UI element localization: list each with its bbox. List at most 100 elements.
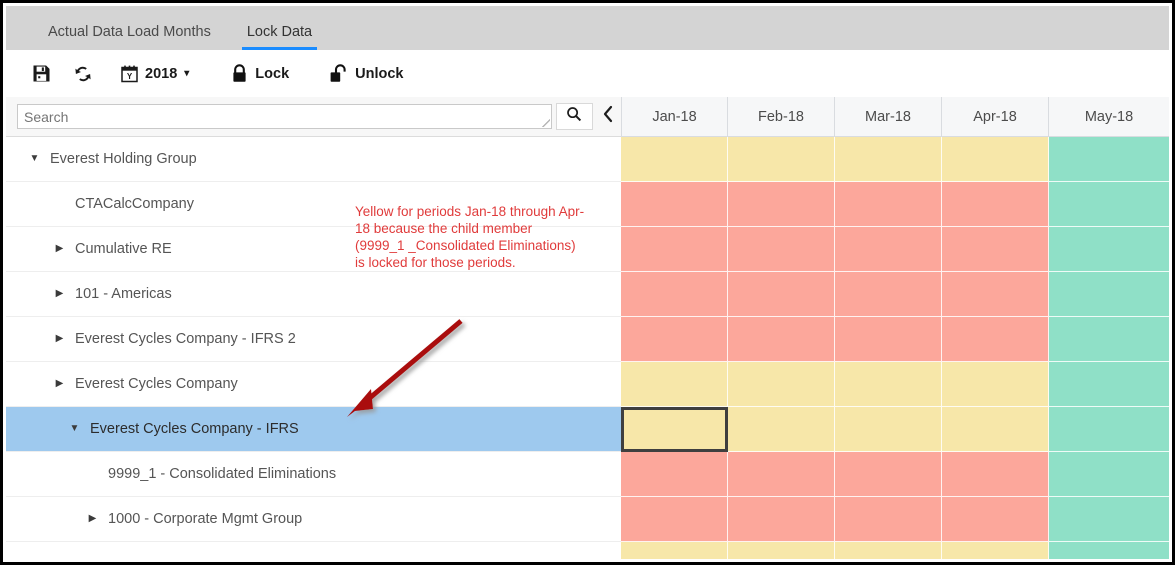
grid-cell[interactable] xyxy=(942,182,1049,227)
grid-cell[interactable] xyxy=(835,407,942,452)
grid-cell[interactable] xyxy=(621,362,728,407)
grid-cell[interactable] xyxy=(728,182,835,227)
grid-cell[interactable] xyxy=(1049,317,1169,362)
refresh-button[interactable] xyxy=(73,64,93,84)
tree-row[interactable]: ▶ Everest Cycles Company - IFRS 2 xyxy=(6,317,621,362)
chevron-down-icon: ▾ xyxy=(184,67,190,79)
refresh-icon xyxy=(73,64,93,84)
grid-cell[interactable] xyxy=(942,407,1049,452)
caret-right-icon[interactable]: ▶ xyxy=(53,333,66,346)
tree-row[interactable]: ▶ 101 - Americas xyxy=(6,272,621,317)
search-button[interactable] xyxy=(555,103,594,130)
grid-column-header[interactable]: Apr-18 xyxy=(942,97,1049,136)
grid-cell[interactable] xyxy=(1049,407,1169,452)
tree-row[interactable]: ▼ Everest Holding Group xyxy=(6,137,621,182)
tree-row[interactable]: ▼ Everest Cycles Company - IFRS xyxy=(6,407,621,452)
grid-cell[interactable] xyxy=(621,137,728,182)
grid-cell[interactable] xyxy=(728,497,835,542)
grid-header-row: Jan-18 Feb-18 Mar-18 Apr-18 May-18 xyxy=(621,97,1169,137)
grid-cell[interactable] xyxy=(621,542,728,559)
grid-cell[interactable] xyxy=(942,317,1049,362)
grid-cell[interactable] xyxy=(728,317,835,362)
grid-row xyxy=(621,227,1169,272)
svg-text:Y: Y xyxy=(127,72,133,81)
caret-right-icon[interactable]: ▶ xyxy=(53,243,66,256)
grid-cell[interactable] xyxy=(1049,182,1169,227)
grid-cell[interactable] xyxy=(835,497,942,542)
grid-cell[interactable] xyxy=(835,542,942,559)
period-grid: Jan-18 Feb-18 Mar-18 Apr-18 May-18 xyxy=(621,97,1169,559)
grid-cell[interactable] xyxy=(1049,497,1169,542)
grid-cell[interactable] xyxy=(835,452,942,497)
grid-cell[interactable] xyxy=(835,362,942,407)
grid-cell[interactable] xyxy=(835,272,942,317)
grid-column-header[interactable]: Mar-18 xyxy=(835,97,942,136)
tree-row[interactable]: ▶ 1000 - Corporate Mgmt Group xyxy=(6,497,621,542)
lock-button[interactable]: Lock xyxy=(231,64,289,83)
tree-row-label: 1000 - Corporate Mgmt Group xyxy=(108,511,303,527)
grid-cell-selected[interactable] xyxy=(621,407,728,452)
grid-cell[interactable] xyxy=(835,317,942,362)
grid-cell[interactable] xyxy=(942,272,1049,317)
year-selector[interactable]: Y 2018 ▾ xyxy=(121,65,189,83)
tab-bar: Actual Data Load Months Lock Data xyxy=(6,6,1169,50)
caret-right-icon[interactable]: ▶ xyxy=(86,513,99,526)
tree-row[interactable]: CTACalcCompany xyxy=(6,182,621,227)
tree-row[interactable]: 9999_1 - Consolidated Eliminations xyxy=(6,452,621,497)
grid-cell[interactable] xyxy=(942,137,1049,182)
tab-label: Lock Data xyxy=(246,23,313,40)
unlock-button[interactable]: Unlock xyxy=(329,64,403,83)
chevron-left-icon xyxy=(602,105,614,128)
grid-cell[interactable] xyxy=(728,272,835,317)
grid-cell[interactable] xyxy=(621,317,728,362)
grid-cell[interactable] xyxy=(942,362,1049,407)
grid-cell[interactable] xyxy=(1049,137,1169,182)
tree-row[interactable]: ▶ Everest Cycles Company xyxy=(6,362,621,407)
grid-cell[interactable] xyxy=(942,542,1049,559)
save-button[interactable] xyxy=(32,64,51,83)
grid-cell[interactable] xyxy=(728,542,835,559)
grid-cell[interactable] xyxy=(728,452,835,497)
grid-column-header[interactable]: Jan-18 xyxy=(621,97,728,136)
grid-cell[interactable] xyxy=(1049,272,1169,317)
grid-cell[interactable] xyxy=(1049,452,1169,497)
grid-cell[interactable] xyxy=(942,227,1049,272)
caret-down-icon[interactable]: ▼ xyxy=(68,423,81,436)
grid-cell[interactable] xyxy=(621,452,728,497)
search-bar xyxy=(6,97,621,137)
grid-cell[interactable] xyxy=(728,362,835,407)
grid-cell[interactable] xyxy=(942,452,1049,497)
resize-grip-icon[interactable] xyxy=(541,119,550,127)
grid-cell[interactable] xyxy=(621,497,728,542)
application-window: Actual Data Load Months Lock Data Y 2018… xyxy=(0,0,1175,565)
grid-cell[interactable] xyxy=(835,227,942,272)
grid-row xyxy=(621,137,1169,182)
grid-cell[interactable] xyxy=(1049,227,1169,272)
grid-cell[interactable] xyxy=(835,182,942,227)
grid-column-header[interactable]: May-18 xyxy=(1049,97,1169,136)
caret-right-icon[interactable]: ▶ xyxy=(53,288,66,301)
grid-row xyxy=(621,497,1169,542)
grid-cell[interactable] xyxy=(728,137,835,182)
collapse-panel-button[interactable] xyxy=(595,103,621,130)
grid-body xyxy=(621,137,1169,559)
grid-cell[interactable] xyxy=(621,272,728,317)
grid-row xyxy=(621,362,1169,407)
caret-down-icon[interactable]: ▼ xyxy=(28,153,41,166)
grid-cell[interactable] xyxy=(1049,542,1169,559)
grid-cell[interactable] xyxy=(835,137,942,182)
search-field-wrapper xyxy=(17,104,552,129)
grid-row xyxy=(621,182,1169,227)
grid-cell[interactable] xyxy=(1049,362,1169,407)
caret-right-icon[interactable]: ▶ xyxy=(53,378,66,391)
grid-cell[interactable] xyxy=(621,182,728,227)
search-input[interactable] xyxy=(18,105,551,128)
grid-cell[interactable] xyxy=(728,227,835,272)
tab-actual-data-load-months[interactable]: Actual Data Load Months xyxy=(30,24,229,51)
grid-cell[interactable] xyxy=(942,497,1049,542)
tab-lock-data[interactable]: Lock Data xyxy=(229,23,330,51)
grid-cell[interactable] xyxy=(728,407,835,452)
grid-cell[interactable] xyxy=(621,227,728,272)
grid-column-header[interactable]: Feb-18 xyxy=(728,97,835,136)
tree-row[interactable]: ▶ Cumulative RE xyxy=(6,227,621,272)
